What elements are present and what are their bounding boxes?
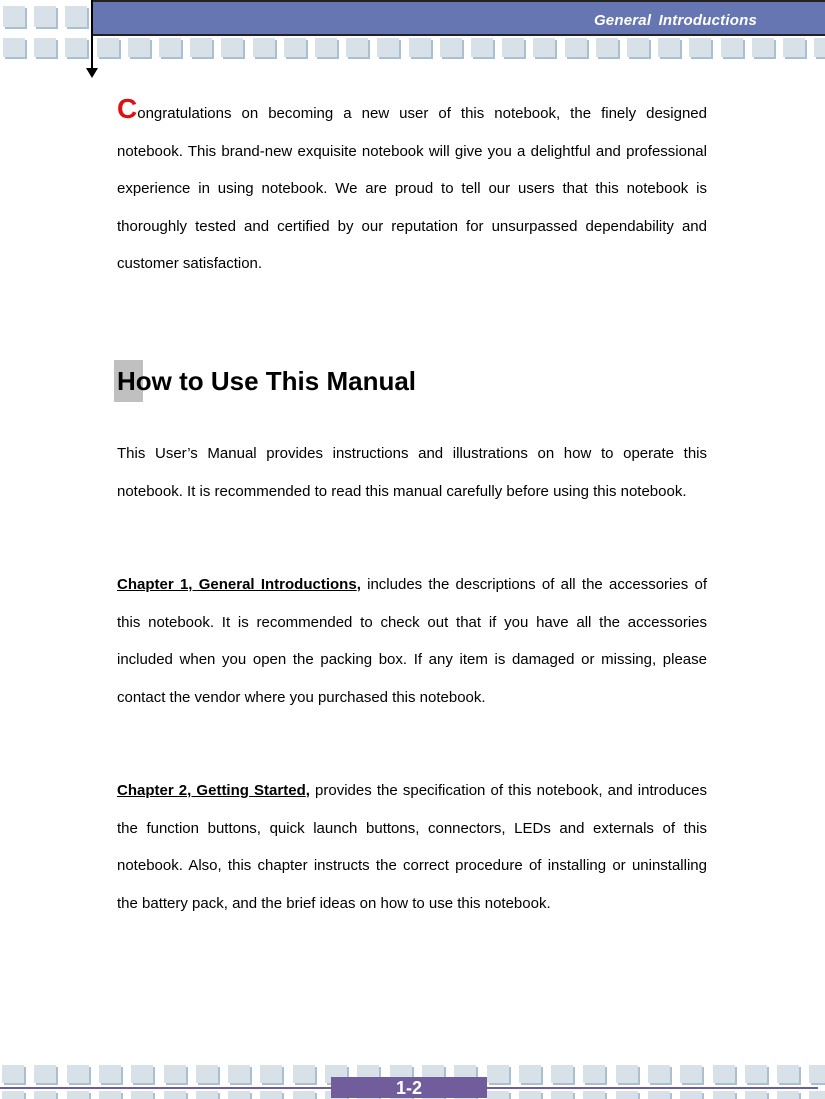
decorative-tile	[783, 38, 805, 57]
decorative-tile	[260, 1065, 282, 1083]
decorative-tile	[293, 1065, 315, 1083]
decorative-tile	[713, 1065, 735, 1083]
section-banner: General Introductions	[92, 0, 825, 36]
decorative-tile	[616, 1065, 638, 1083]
decorative-tile	[99, 1065, 121, 1083]
decorative-tile	[97, 38, 119, 57]
arrow-down-icon	[86, 68, 98, 78]
decorative-tile	[809, 1065, 825, 1083]
chapter-1-paragraph: Chapter 1, General Introductions, includ…	[117, 566, 707, 716]
chapter-1-link[interactable]: Chapter 1, General Introductions	[117, 576, 357, 593]
decorative-tile	[315, 38, 337, 57]
section-heading: How to Use This Manual	[117, 366, 417, 396]
decorative-tile	[253, 38, 275, 57]
decorative-tile	[745, 1065, 767, 1083]
margin-rule	[91, 0, 93, 70]
decorative-tile	[67, 1065, 89, 1083]
drop-cap: C	[117, 93, 138, 124]
decorative-tile	[34, 38, 56, 57]
decorative-tile	[721, 38, 743, 57]
section-title: General Introductions	[593, 12, 757, 29]
decorative-tile	[777, 1065, 799, 1083]
decorative-tile	[627, 38, 649, 57]
decorative-tile	[648, 1065, 670, 1083]
decorative-tile	[680, 1065, 702, 1083]
decorative-tile	[583, 1065, 605, 1083]
decorative-tile	[440, 38, 462, 57]
manual-text: This User’s Manual provides instructions…	[117, 445, 707, 500]
decorative-tile	[196, 1065, 218, 1083]
manual-paragraph: This User’s Manual provides instructions…	[117, 435, 707, 510]
decorative-tile	[159, 38, 181, 57]
decorative-tile	[65, 6, 87, 27]
decorative-tile	[284, 38, 306, 57]
decorative-tile	[228, 1065, 250, 1083]
decorative-tile	[502, 38, 524, 57]
decorative-tile	[2, 1065, 24, 1083]
chapter-2-paragraph: Chapter 2, Getting Started, provides the…	[117, 772, 707, 922]
decorative-tile	[551, 1065, 573, 1083]
decorative-tile	[519, 1065, 541, 1083]
chapter-2-link[interactable]: Chapter 2, Getting Started	[117, 782, 306, 799]
decorative-tile	[34, 1065, 56, 1083]
decorative-tile	[3, 38, 25, 57]
chapter-2-text: provides the specification of this noteb…	[117, 782, 707, 912]
intro-paragraph: Congratulations on becoming a new user o…	[117, 95, 707, 283]
decorative-tile	[3, 6, 25, 27]
decorative-tile	[596, 38, 618, 57]
decorative-tile	[346, 38, 368, 57]
decorative-tile	[128, 38, 150, 57]
decorative-tile	[689, 38, 711, 57]
decorative-tile	[658, 38, 680, 57]
decorative-tile	[752, 38, 774, 57]
decorative-tile	[164, 1065, 186, 1083]
decorative-tile	[131, 1065, 153, 1083]
page-number: 1-2	[331, 1077, 487, 1098]
decorative-tile	[221, 38, 243, 57]
intro-text: ongratulations on becoming a new user of…	[117, 105, 707, 272]
decorative-tile	[533, 38, 555, 57]
decorative-tile	[565, 38, 587, 57]
decorative-tile	[65, 38, 87, 57]
decorative-tile	[377, 38, 399, 57]
decorative-tile	[814, 38, 825, 57]
decorative-tile	[471, 38, 493, 57]
chapter-1-text: includes the descriptions of all the acc…	[117, 576, 708, 706]
decorative-tile	[409, 38, 431, 57]
decorative-tile	[487, 1065, 509, 1083]
decorative-tile	[34, 6, 56, 27]
decorative-tile	[190, 38, 212, 57]
